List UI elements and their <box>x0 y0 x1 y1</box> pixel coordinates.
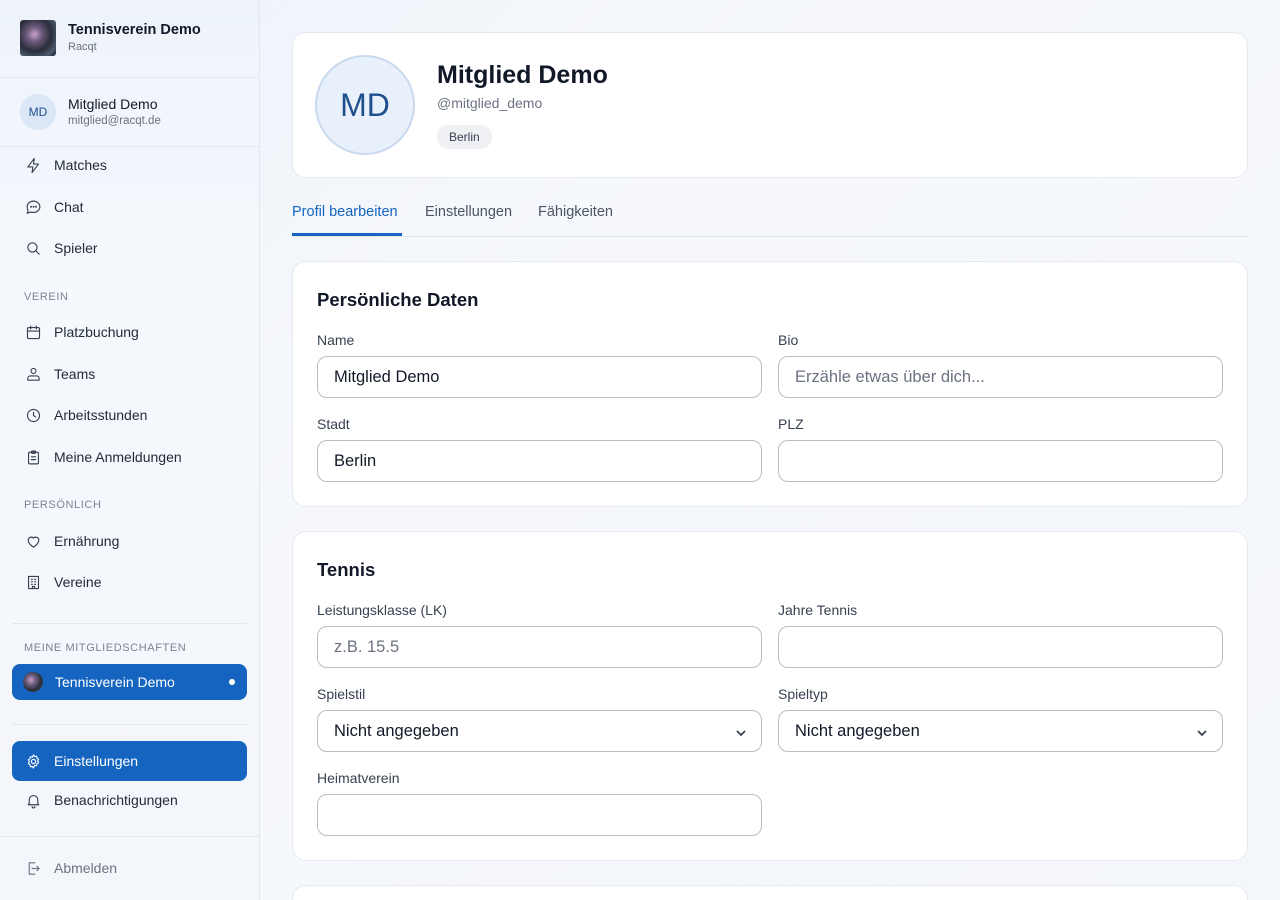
club-logo <box>20 20 56 56</box>
nav-label: Meine Anmeldungen <box>54 449 182 465</box>
profile-name: Mitglied Demo <box>437 61 608 89</box>
personal-data-card: Persönliche Daten Name Mitglied Demo Bio… <box>292 261 1248 507</box>
tab-faehigkeiten[interactable]: Fähigkeiten <box>538 204 613 220</box>
city-input[interactable]: Berlin <box>317 440 762 482</box>
logout-icon <box>24 859 42 877</box>
sidebar: Tennisverein Demo Racqt MD Mitglied Demo… <box>0 0 260 900</box>
clipboard-icon <box>24 448 42 466</box>
years-label: Jahre Tennis <box>778 602 858 618</box>
profile-handle: @mitglied_demo <box>437 95 543 111</box>
section-label-verein: VEREIN <box>24 291 69 303</box>
years-input[interactable] <box>778 626 1223 668</box>
nav-label: Vereine <box>54 574 102 590</box>
user-email: mitglied@racqt.de <box>68 115 161 127</box>
divider <box>0 836 259 837</box>
brand-name: Tennisverein Demo <box>68 22 201 38</box>
nav-label: Benachrichtigungen <box>54 792 178 808</box>
lk-input[interactable]: z.B. 15.5 <box>317 626 762 668</box>
membership-item[interactable]: Tennisverein Demo <box>12 664 247 700</box>
gear-icon <box>24 752 42 770</box>
nav-item-chat[interactable]: Chat <box>12 188 247 226</box>
team-icon <box>24 365 42 383</box>
building-icon <box>24 573 42 591</box>
search-icon <box>24 239 42 257</box>
type-select[interactable]: Nicht angegeben <box>778 710 1223 752</box>
city-label: Stadt <box>317 416 350 432</box>
brand-sub: Racqt <box>68 41 97 53</box>
city-badge: Berlin <box>437 125 492 149</box>
tab-einstellungen[interactable]: Einstellungen <box>425 204 512 220</box>
nav-label: Chat <box>54 199 84 215</box>
club-logo-small <box>23 672 43 692</box>
bio-input[interactable]: Erzähle etwas über dich... <box>778 356 1223 398</box>
tennis-card: Tennis Leistungsklasse (LK) z.B. 15.5 Ja… <box>292 531 1248 861</box>
active-tab-indicator <box>292 233 402 236</box>
bell-icon <box>24 791 42 809</box>
club-label: Heimatverein <box>317 770 400 786</box>
nav-item-vereine[interactable]: Vereine <box>12 563 247 601</box>
membership-label: Tennisverein Demo <box>55 674 175 690</box>
avatar: MD <box>20 94 56 130</box>
nav-label: Einstellungen <box>54 753 139 769</box>
lk-label: Leistungsklasse (LK) <box>317 602 447 618</box>
bio-label: Bio <box>778 332 799 348</box>
nav-item-platzbuchung[interactable]: Platzbuchung <box>12 313 247 351</box>
section-title: Tennis <box>317 559 376 580</box>
user-card[interactable]: MD Mitglied Demo mitglied@racqt.de <box>20 94 161 130</box>
type-select-value: Nicht angegeben <box>795 721 920 740</box>
divider <box>12 724 247 725</box>
style-select-value: Nicht angegeben <box>334 721 459 740</box>
nav-item-teams[interactable]: Teams <box>12 355 247 393</box>
type-label: Spieltyp <box>778 686 828 702</box>
profile-avatar[interactable]: MD <box>315 55 415 155</box>
zip-label: PLZ <box>778 416 804 432</box>
nav-item-spieler[interactable]: Spieler <box>12 229 247 267</box>
calendar-icon <box>24 323 42 341</box>
style-label: Spielstil <box>317 686 366 702</box>
nav-label: Teams <box>54 366 96 382</box>
nav-item-einstellungen[interactable]: Einstellungen <box>12 741 247 781</box>
logout-label: Abmelden <box>54 860 118 876</box>
nav-item-arbeitsstunden[interactable]: Arbeitsstunden <box>12 396 247 434</box>
style-select[interactable]: Nicht angegeben <box>317 710 762 752</box>
name-label: Name <box>317 332 355 348</box>
bolt-icon <box>24 156 42 174</box>
nav-item-benachrichtigungen[interactable]: Benachrichtigungen <box>12 781 247 819</box>
zip-input[interactable] <box>778 440 1223 482</box>
chat-icon <box>24 198 42 216</box>
nav-item-matches[interactable]: Matches <box>12 146 247 184</box>
profile-tabs: Profil bearbeiten Einstellungen Fähigkei… <box>292 196 1248 237</box>
club-input[interactable] <box>317 794 762 836</box>
nav-label: Arbeitsstunden <box>54 407 148 423</box>
section-label-mitgliedschaften: MEINE MITGLIEDSCHAFTEN <box>24 642 187 654</box>
tab-profil-bearbeiten[interactable]: Profil bearbeiten <box>292 204 398 220</box>
heart-icon <box>24 532 42 550</box>
nav-label: Spieler <box>54 240 98 256</box>
profile-card: MD Mitglied Demo @mitglied_demo Berlin <box>292 32 1248 178</box>
nav-label: Matches <box>54 157 107 173</box>
next-card <box>292 885 1248 900</box>
section-label-persoenlich: PERSÖNLICH <box>24 499 102 511</box>
brand[interactable]: Tennisverein Demo Racqt <box>20 20 201 56</box>
logout-button[interactable]: Abmelden <box>12 849 247 887</box>
nav-label: Ernährung <box>54 533 120 549</box>
divider <box>12 623 247 624</box>
chevron-down-icon <box>1196 725 1208 737</box>
section-title: Persönliche Daten <box>317 289 479 310</box>
chevron-down-icon <box>735 725 747 737</box>
name-input[interactable]: Mitglied Demo <box>317 356 762 398</box>
nav-item-ernaehrung[interactable]: Ernährung <box>12 522 247 560</box>
divider <box>0 77 259 78</box>
nav-label: Platzbuchung <box>54 324 139 340</box>
active-dot <box>229 679 235 685</box>
user-name: Mitglied Demo <box>68 96 158 112</box>
clock-icon <box>24 406 42 424</box>
nav-item-anmeldungen[interactable]: Meine Anmeldungen <box>12 438 247 476</box>
